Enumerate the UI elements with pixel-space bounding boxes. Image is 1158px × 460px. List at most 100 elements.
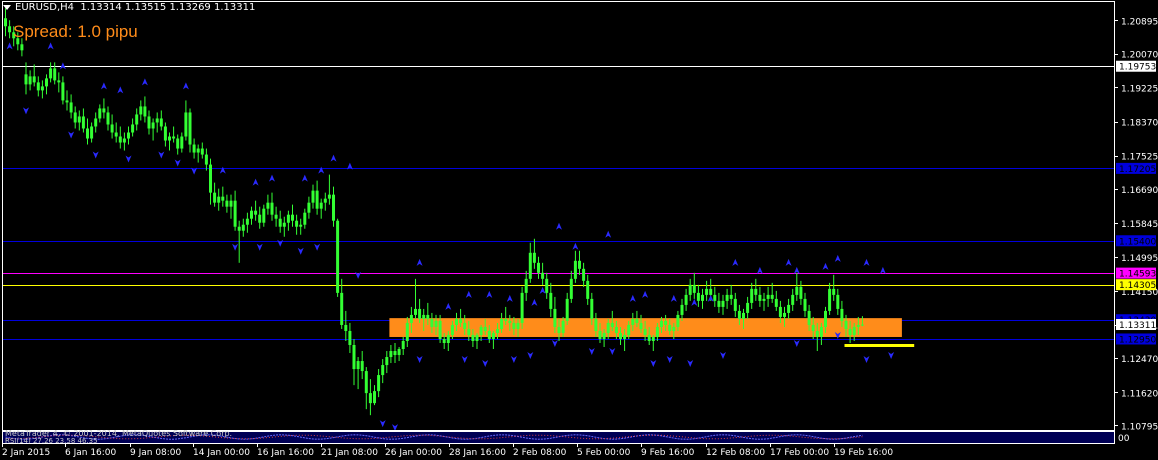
chart-header: EURUSD,H4 1.13314 1.13515 1.13269 1.1331… bbox=[3, 2, 255, 13]
candle-body bbox=[783, 312, 786, 317]
y-tick-label: 1.20070 bbox=[1121, 51, 1158, 61]
candle-body bbox=[311, 190, 315, 203]
candle-body bbox=[537, 262, 540, 273]
candle-body bbox=[815, 330, 819, 337]
candle-body bbox=[688, 284, 692, 295]
candle-body bbox=[299, 224, 303, 227]
x-tick-label: 26 Jan 00:00 bbox=[385, 448, 442, 458]
x-tick-label: 2 Feb 08:00 bbox=[513, 448, 567, 458]
candle-body bbox=[53, 68, 57, 81]
candle-body bbox=[340, 292, 344, 325]
candle-body bbox=[840, 308, 844, 321]
candle-body bbox=[631, 318, 635, 325]
candle-body bbox=[651, 336, 655, 341]
candle-body bbox=[336, 220, 340, 293]
price-line-tag-text: 1.12950 bbox=[1119, 335, 1156, 345]
price-line-tag-text: 1.19753 bbox=[1119, 63, 1156, 73]
candle-body bbox=[668, 324, 672, 331]
candle-body bbox=[188, 112, 192, 145]
candle-body bbox=[225, 200, 229, 207]
candle-body bbox=[204, 154, 208, 165]
candle-body bbox=[479, 326, 483, 335]
candle-body bbox=[430, 318, 434, 327]
candle-body bbox=[582, 268, 586, 281]
x-tick-label: 19 Feb 16:00 bbox=[834, 448, 893, 458]
candle-body bbox=[295, 220, 299, 227]
candle-body bbox=[565, 298, 569, 321]
candle-body bbox=[229, 200, 233, 207]
x-tick-label: 12 Feb 08:00 bbox=[706, 448, 765, 458]
candle-body bbox=[836, 294, 840, 309]
candle-body bbox=[496, 328, 499, 333]
candle-body bbox=[303, 212, 307, 225]
x-tick-label: 14 Jan 00:00 bbox=[193, 448, 250, 458]
candle-body bbox=[602, 332, 606, 339]
candle-body bbox=[418, 308, 422, 319]
candle-body bbox=[73, 112, 77, 123]
y-tick-label: 1.11620 bbox=[1121, 389, 1158, 399]
candle-body bbox=[291, 214, 294, 221]
candle-body bbox=[102, 108, 106, 113]
candle-body bbox=[364, 371, 368, 394]
ohlc-values: 1.13314 1.13515 1.13269 1.13311 bbox=[80, 2, 256, 13]
candle-body bbox=[672, 326, 676, 331]
candle-body bbox=[8, 26, 12, 33]
candle-body bbox=[414, 308, 417, 315]
candle-body bbox=[122, 138, 126, 143]
candle-body bbox=[254, 210, 258, 215]
candle-body bbox=[209, 164, 212, 193]
candle-body bbox=[65, 100, 69, 103]
y-tick-label: 1.18370 bbox=[1121, 119, 1158, 129]
candle-body bbox=[549, 292, 553, 309]
candle-body bbox=[655, 326, 659, 337]
x-tick-label: 9 Jan 08:00 bbox=[130, 448, 182, 458]
y-tick-label: 1.15845 bbox=[1121, 220, 1158, 230]
candle-body bbox=[40, 86, 44, 91]
candle-body bbox=[127, 132, 130, 139]
candle-body bbox=[143, 106, 147, 117]
candle-body bbox=[393, 351, 397, 356]
price-chart[interactable]: 00 1.20895 1.20070 1.19225 1.18370 1.17525 1.… bbox=[0, 0, 1158, 460]
candle-body bbox=[660, 320, 663, 327]
candle-body bbox=[213, 192, 217, 203]
candle-body bbox=[184, 112, 188, 137]
candle-body bbox=[327, 194, 331, 199]
candle-body bbox=[266, 202, 270, 209]
symbol-label: EURUSD,H4 bbox=[15, 2, 75, 13]
menu-dropdown-icon[interactable] bbox=[3, 4, 11, 10]
candle-body bbox=[159, 118, 163, 127]
candle-body bbox=[438, 320, 442, 339]
candle-body bbox=[754, 288, 758, 295]
candle-body bbox=[131, 124, 135, 133]
candle-body bbox=[196, 148, 200, 153]
candle-body bbox=[422, 314, 426, 319]
candle-body bbox=[803, 298, 807, 311]
candle-body bbox=[520, 292, 524, 323]
candle-body bbox=[221, 196, 225, 201]
y-tick-label: 1.19225 bbox=[1121, 84, 1158, 94]
candle-body bbox=[200, 148, 204, 155]
candle-body bbox=[262, 208, 266, 223]
candle-body bbox=[758, 294, 762, 301]
candle-body bbox=[114, 132, 118, 137]
candle-body bbox=[828, 288, 832, 311]
candle-body bbox=[151, 122, 155, 129]
x-tick-label: 9 Feb 16:00 bbox=[641, 448, 695, 458]
price-line-tag-text: 1.14593 bbox=[1119, 270, 1156, 280]
candle-body bbox=[463, 322, 467, 329]
candle-body bbox=[639, 322, 643, 329]
candle-body bbox=[487, 330, 491, 339]
candle-body bbox=[344, 324, 348, 331]
candle-body bbox=[405, 322, 409, 341]
price-line-tag-text: 1.15400 bbox=[1119, 237, 1156, 247]
candle-body bbox=[332, 194, 335, 221]
candle-body bbox=[94, 118, 98, 127]
candle-body bbox=[373, 391, 376, 404]
candle-body bbox=[811, 324, 815, 331]
candle-body bbox=[774, 298, 778, 307]
candle-body bbox=[647, 334, 651, 341]
candle-body bbox=[491, 332, 495, 339]
candle-body bbox=[512, 322, 516, 329]
candle-body bbox=[319, 202, 323, 209]
candle-body bbox=[434, 320, 438, 327]
